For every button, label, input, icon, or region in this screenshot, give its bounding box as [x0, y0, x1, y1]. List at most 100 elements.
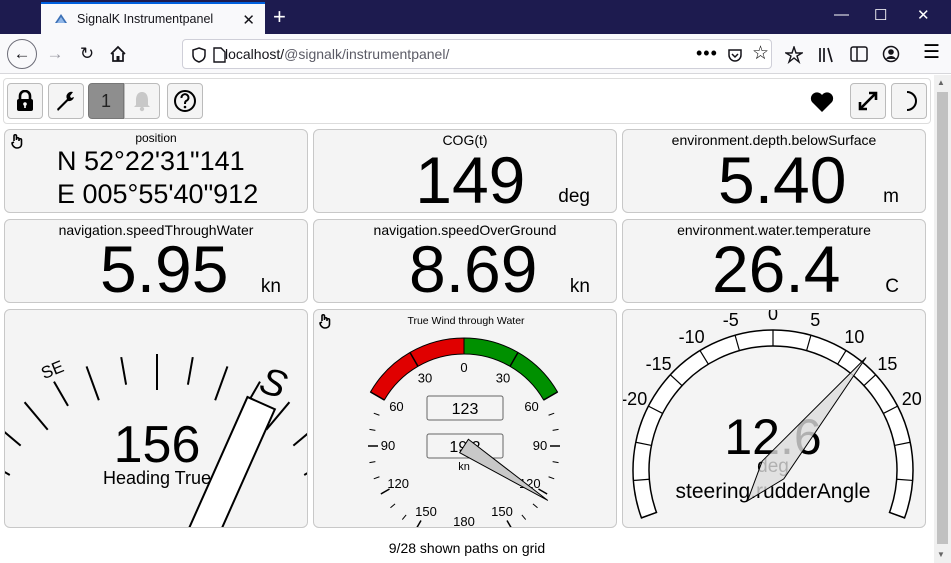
browser-tab[interactable]: SignalK Instrumentpanel ✕: [41, 2, 265, 34]
position-widget[interactable]: position N 52°22'31"141 E 005°55'40"912: [4, 129, 308, 213]
close-window-icon[interactable]: ✕: [917, 6, 930, 24]
widget-value: 26.4: [711, 232, 841, 303]
compass-tick: [303, 472, 307, 476]
stw-widget[interactable]: navigation.speedThroughWater 5.95 kn: [4, 219, 308, 303]
starred-list-icon[interactable]: [785, 46, 803, 64]
reload-icon[interactable]: ↻: [73, 40, 101, 68]
compass-tick: [5, 471, 11, 476]
expand-icon: [858, 91, 878, 111]
wind-widget[interactable]: True Wind through Water 0 30 30 60 60 90 90 120…: [313, 309, 617, 528]
notifications-button[interactable]: [124, 83, 160, 119]
minimize-icon[interactable]: —: [834, 6, 849, 23]
wind-tick: [521, 514, 527, 520]
tab-close-icon[interactable]: ✕: [242, 11, 255, 29]
rudder-scale-label: -20: [623, 389, 647, 409]
browser-titlebar: SignalK Instrumentpanel ✕ + — ☐ ✕: [0, 0, 951, 34]
wind-scale-label: 60: [524, 399, 538, 414]
fullscreen-button[interactable]: [850, 83, 886, 119]
sog-widget[interactable]: navigation.speedOverGround 8.69 kn: [313, 219, 617, 303]
compass-label-s: S: [255, 360, 292, 408]
wind-tick: [532, 503, 538, 509]
home-icon[interactable]: [104, 40, 132, 68]
widget-value: 5.95: [100, 232, 229, 303]
rudder-scale-label: 15: [877, 354, 897, 374]
browser-navbar: ← → ↻ localhost/@signalk/instrumentpanel…: [0, 34, 951, 74]
compass-tick: [23, 401, 49, 431]
widget-unit: C: [885, 276, 899, 297]
wind-tick: [373, 476, 380, 480]
help-icon: [174, 90, 196, 112]
wind-tick: [548, 476, 555, 480]
sidebar-icon[interactable]: [850, 46, 868, 62]
widget-unit: kn: [260, 276, 281, 297]
rudder-gauge: -20-15-10-505101520 12.6 deg steering.ru…: [623, 310, 922, 519]
grid-page-1-button[interactable]: 1: [88, 83, 124, 119]
wind-scale-label: 150: [491, 504, 513, 519]
scroll-up-icon[interactable]: ▲: [937, 78, 945, 87]
wind-green-sector: [463, 337, 559, 401]
rudder-scale-label: 5: [810, 310, 820, 330]
moon-icon: [906, 91, 917, 111]
compass-tick: [85, 366, 100, 401]
url-text: localhost/@signalk/instrumentpanel/: [225, 46, 450, 62]
widget-unit: m: [883, 186, 899, 207]
bookmark-star-icon[interactable]: ☆: [752, 42, 769, 65]
widget-value: 8.69: [409, 232, 538, 303]
rudder-widget[interactable]: -20-15-10-505101520 12.6 deg steering.ru…: [622, 309, 926, 528]
scroll-down-icon[interactable]: ▼: [937, 550, 945, 559]
rudder-scale-label: -5: [723, 310, 739, 330]
heading-value: 156: [114, 416, 201, 474]
wind-tick: [390, 503, 396, 509]
help-button[interactable]: [167, 83, 203, 119]
compass-label-se: SE: [38, 357, 66, 383]
wind-tick: [548, 412, 555, 416]
maximize-icon[interactable]: ☐: [874, 6, 887, 24]
pocket-icon[interactable]: [727, 47, 743, 63]
shield-icon[interactable]: [192, 47, 206, 63]
wind-angle-value: 123: [452, 401, 479, 418]
heading-widget[interactable]: SE S 156 Heading True: [4, 309, 308, 528]
wind-scale-label: 120: [387, 476, 409, 491]
wind-red-sector: [369, 337, 465, 401]
lock-button[interactable]: [7, 83, 43, 119]
night-mode-button[interactable]: [891, 83, 927, 119]
wind-scale-label: 90: [381, 438, 395, 453]
wind-tick: [369, 428, 376, 431]
wind-gauge: True Wind through Water 0 30 30 60 60 90 90 120…: [368, 315, 560, 527]
drag-handle-icon[interactable]: [318, 313, 332, 329]
url-bar[interactable]: localhost/@signalk/instrumentpanel/ ••• …: [182, 39, 772, 69]
page-icon: [213, 47, 226, 63]
wind-tick: [401, 514, 407, 520]
heading-label: Heading True: [103, 468, 211, 488]
compass-tick: [120, 356, 128, 385]
wind-tick: [552, 461, 559, 464]
page-actions-icon[interactable]: •••: [696, 43, 718, 64]
back-icon[interactable]: ←: [7, 39, 37, 69]
forward-icon[interactable]: →: [41, 40, 69, 68]
compass-tick: [53, 381, 69, 407]
wind-scale-label: 90: [533, 438, 547, 453]
rudder-scale-label: -10: [679, 327, 705, 347]
new-tab-icon[interactable]: +: [273, 4, 286, 30]
depth-widget[interactable]: environment.depth.belowSurface 5.40 m: [622, 129, 926, 213]
library-icon[interactable]: [818, 46, 838, 64]
account-icon[interactable]: [882, 45, 900, 63]
menu-icon[interactable]: ☰: [923, 41, 940, 64]
wind-tick: [506, 520, 512, 527]
scrollbar-thumb[interactable]: [937, 92, 948, 544]
rudder-scale-label: 10: [844, 327, 864, 347]
wind-scale-label: 30: [418, 370, 432, 385]
wrench-icon: [57, 91, 74, 111]
tab-title: SignalK Instrumentpanel: [77, 12, 214, 26]
panel-toolbar: 1: [3, 78, 931, 124]
rudder-scale-label: 20: [902, 389, 922, 409]
wind-tick: [416, 520, 422, 527]
longitude-value: E 005°55'40"912: [57, 179, 259, 209]
widget-value: 149: [415, 143, 526, 213]
settings-button[interactable]: [48, 83, 84, 119]
cog-widget[interactable]: COG(t) 149 deg: [313, 129, 617, 213]
signalk-favicon-icon: [55, 14, 67, 23]
wind-speed-unit: kn: [458, 461, 470, 473]
water-temp-widget[interactable]: environment.water.temperature 26.4 C: [622, 219, 926, 303]
favorite-heart-icon[interactable]: [810, 91, 834, 118]
